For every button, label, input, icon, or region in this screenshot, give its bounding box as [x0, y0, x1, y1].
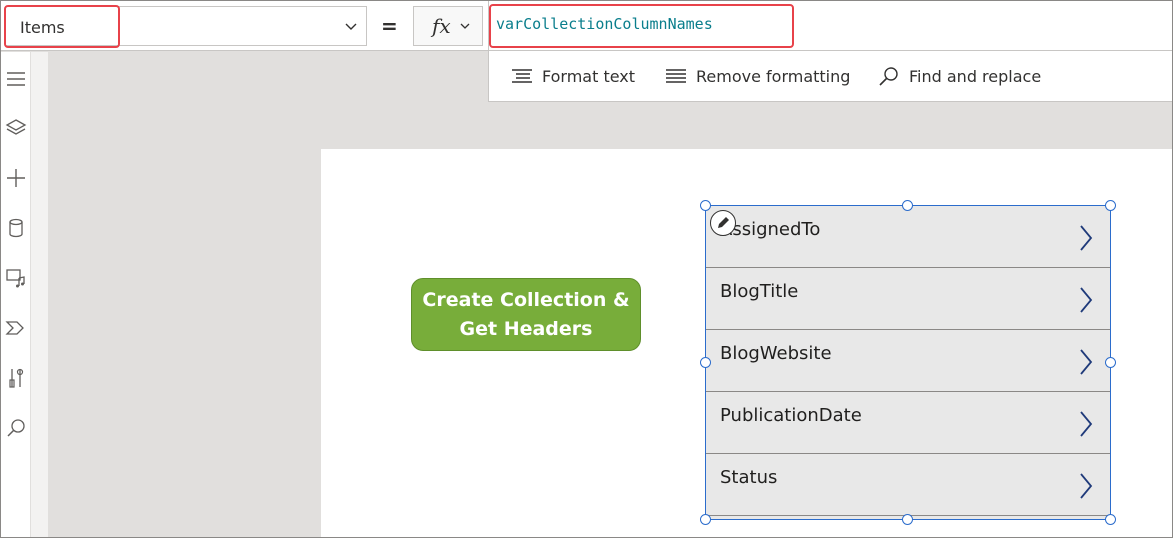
chevron-right-icon[interactable]: [1078, 223, 1094, 253]
gallery-item[interactable]: Status: [706, 454, 1110, 516]
resize-handle-right[interactable]: [1105, 357, 1116, 368]
equals-sign: =: [381, 14, 398, 38]
power-automate-icon[interactable]: [5, 317, 27, 339]
resize-handle-bottom-right[interactable]: [1105, 514, 1116, 525]
find-replace-label: Find and replace: [909, 66, 1042, 86]
formula-input[interactable]: varCollectionColumnNames: [488, 1, 1172, 51]
fx-icon: fx: [432, 14, 451, 38]
chevron-right-icon[interactable]: [1078, 285, 1094, 315]
find-replace-button[interactable]: Find and replace: [878, 51, 1041, 101]
format-text-icon: [512, 69, 532, 83]
chevron-right-icon[interactable]: [1078, 471, 1094, 501]
gallery-item[interactable]: BlogTitle: [706, 268, 1110, 330]
chevron-down-icon: [460, 23, 470, 29]
hamburger-icon[interactable]: [5, 68, 27, 90]
tools-icon[interactable]: [5, 367, 27, 389]
chevron-down-icon: [345, 23, 357, 30]
resize-handle-top-right[interactable]: [1105, 200, 1116, 211]
resize-handle-bottom-left[interactable]: [700, 514, 711, 525]
formula-bar: Items = fx varCollectionColumnNames: [1, 1, 1172, 51]
gallery-item[interactable]: BlogWebsite: [706, 330, 1110, 392]
search-icon: [879, 67, 898, 86]
resize-handle-bottom[interactable]: [902, 514, 913, 525]
chevron-right-icon[interactable]: [1078, 409, 1094, 439]
format-text-label: Format text: [542, 66, 636, 86]
gallery-item-title: Status: [720, 467, 778, 488]
gallery-item-title: BlogWebsite: [720, 343, 832, 364]
formula-text: varCollectionColumnNames: [496, 15, 713, 33]
database-icon[interactable]: [5, 217, 27, 239]
remove-formatting-icon: [666, 69, 686, 83]
edit-template-icon[interactable]: [710, 210, 736, 236]
property-dropdown[interactable]: Items: [5, 6, 367, 46]
resize-handle-top-left[interactable]: [700, 200, 711, 211]
layers-icon[interactable]: [5, 117, 27, 139]
property-value: Items: [20, 18, 65, 37]
app-window: Items = fx varCollectionColumnNames Form…: [0, 0, 1173, 538]
gallery-item[interactable]: AssignedTo: [706, 206, 1110, 268]
pencil-icon: [718, 217, 729, 228]
gallery[interactable]: AssignedTo BlogTitle BlogWebsite Publica…: [705, 205, 1111, 520]
add-icon[interactable]: [5, 167, 27, 189]
fx-button[interactable]: fx: [413, 6, 483, 46]
media-icon[interactable]: [5, 267, 27, 289]
chevron-right-icon[interactable]: [1078, 347, 1094, 377]
gallery-item-title: BlogTitle: [720, 281, 799, 302]
search-icon[interactable]: [5, 417, 27, 439]
create-collection-button[interactable]: Create Collection & Get Headers: [411, 278, 641, 351]
remove-formatting-label: Remove formatting: [696, 66, 851, 86]
left-rail: [1, 52, 31, 537]
gallery-item-title: PublicationDate: [720, 405, 862, 426]
create-collection-label: Create Collection & Get Headers: [422, 288, 630, 340]
format-text-button[interactable]: Format text: [511, 51, 635, 101]
gallery-item[interactable]: PublicationDate: [706, 392, 1110, 454]
format-toolbar: Format text Remove formatting Find and r…: [488, 51, 1172, 102]
resize-handle-left[interactable]: [700, 357, 711, 368]
resize-handle-top[interactable]: [902, 200, 913, 211]
remove-formatting-button[interactable]: Remove formatting: [665, 51, 850, 101]
canvas-gutter: [31, 52, 48, 537]
